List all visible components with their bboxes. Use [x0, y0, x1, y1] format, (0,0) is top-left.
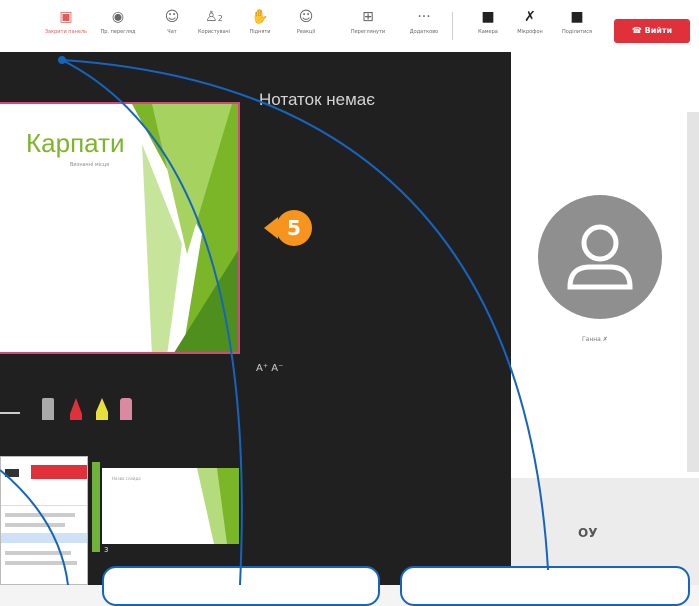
callout-line-inset — [0, 469, 69, 585]
callout-line-left — [61, 59, 243, 585]
callout-lines — [0, 56, 549, 585]
callout-line-right — [61, 59, 549, 571]
